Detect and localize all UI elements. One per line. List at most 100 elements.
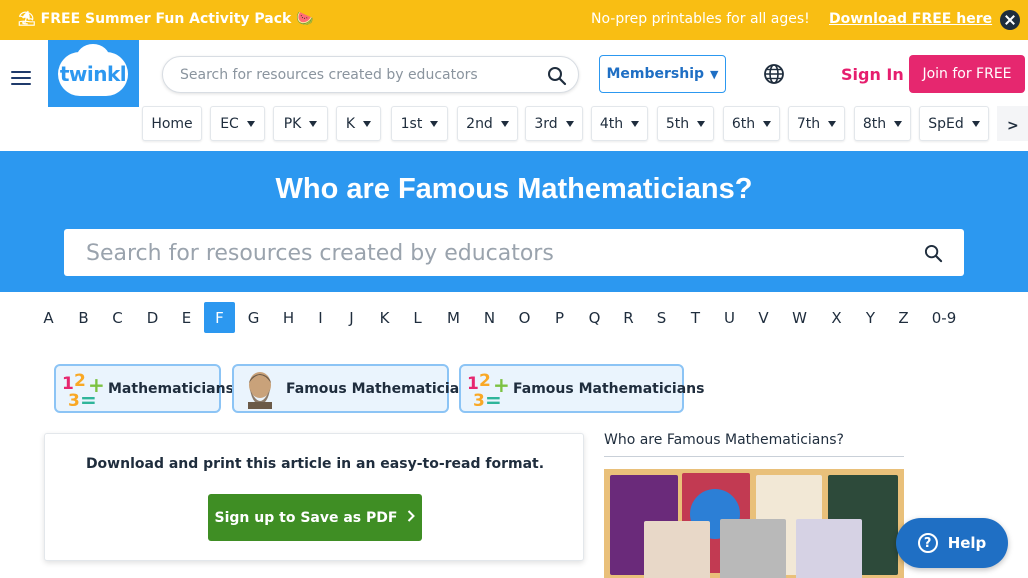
caret-down-icon [309,120,318,127]
caret-down-icon [828,120,837,127]
nav-item-label: 6th [731,115,756,132]
nav-item-7th[interactable]: 7th [788,106,845,141]
letter-link[interactable]: T [680,302,711,333]
chevron-right-icon [407,509,416,526]
help-button[interactable]: ? Help [896,518,1008,568]
nav-item-2nd[interactable]: 2nd [457,106,518,141]
nav-item-k[interactable]: K [336,106,381,141]
letter-link[interactable]: M [438,302,469,333]
nav-item-label: 4th [599,115,624,132]
nav-item-label: 5th [665,115,690,132]
letter-link[interactable]: P [544,302,575,333]
promo-tagline: No-prep printables for all ages! [591,11,810,27]
svg-text:=: = [80,388,97,409]
letter-link[interactable]: Z [888,302,919,333]
letter-link[interactable]: L [402,302,433,333]
nav-scroll-right-button[interactable]: > [997,106,1028,141]
beach-umbrella-icon: ⛱ [18,11,36,27]
letter-link[interactable]: R [613,302,644,333]
nav-item-ec[interactable]: EC [210,106,265,141]
letter-link[interactable]: N [474,302,505,333]
caret-down-icon [894,120,903,127]
caret-down-icon [631,120,640,127]
tag-famous-mathematician[interactable]: Famous Mathematician [232,364,469,413]
header-search-input[interactable] [180,65,530,85]
hamburger-menu-icon[interactable] [11,70,31,86]
poster-image [644,521,710,578]
caret-down-icon [697,120,706,127]
search-icon[interactable] [547,66,567,90]
caret-down-icon [971,120,980,127]
tag-label: Mathematicians [108,380,234,397]
letter-link[interactable]: V [748,302,779,333]
letter-link[interactable]: S [646,302,677,333]
caret-down-icon [565,120,574,127]
help-label: Help [947,534,987,552]
hero-search-input[interactable] [86,239,906,267]
caret-down-icon [763,120,772,127]
letter-link[interactable]: K [369,302,400,333]
nav-item-4th[interactable]: 4th [591,106,648,141]
promo-download-link[interactable]: Download FREE here [829,11,992,27]
tag-label: Famous Mathematicians [513,380,705,397]
letter-link[interactable]: Q [579,302,610,333]
letter-link[interactable]: B [68,302,99,333]
nav-item-label: 3rd [534,115,558,132]
nav-item-5th[interactable]: 5th [657,106,714,141]
caret-down-icon [500,120,509,127]
close-icon[interactable] [1000,10,1020,30]
letter-link[interactable]: I [305,302,336,333]
triangle-down-icon: ▼ [710,67,719,81]
letter-link[interactable]: H [273,302,304,333]
nav-item-3rd[interactable]: 3rd [525,106,583,141]
nav-item-pk[interactable]: PK [273,106,328,141]
poster-image [720,519,786,578]
pdf-download-message: Download and print this article in an ea… [85,456,545,472]
sign-in-link[interactable]: Sign In [841,65,904,84]
save-as-pdf-button[interactable]: Sign up to Save as PDF [208,494,422,541]
save-as-pdf-label: Sign up to Save as PDF [214,509,398,526]
svg-text:3: 3 [68,391,80,409]
tag-mathematicians[interactable]: 1 2 + 3 = Mathematicians [54,364,234,413]
tag-famous-mathematicians[interactable]: 1 2 + 3 = Famous Mathematicians [459,364,704,413]
search-icon[interactable] [924,244,943,267]
letter-link[interactable]: E [171,302,202,333]
membership-label: Membership [606,66,705,82]
nav-item-home[interactable]: Home [142,106,202,141]
letter-link-active[interactable]: F [204,302,235,333]
letter-link[interactable]: 0-9 [926,302,962,333]
promo-banner: ⛱ FREE Summer Fun Activity Pack 🍉 No-pre… [0,0,1028,40]
nav-item-label: PK [283,115,302,132]
join-for-free-button[interactable]: Join for FREE [909,55,1025,93]
question-icon: ? [917,533,938,553]
numbers-icon: 1 2 + 3 = [465,369,510,412]
letter-link[interactable]: C [102,302,133,333]
letter-link[interactable]: O [509,302,540,333]
sidebar-title: Who are Famous Mathematicians? [604,432,904,457]
nav-item-label: 8th [862,115,887,132]
letter-link[interactable]: X [821,302,852,333]
nav-item-6th[interactable]: 6th [723,106,780,141]
letter-link[interactable]: A [33,302,64,333]
promo-headline: FREE Summer Fun Activity Pack [40,11,292,27]
nav-item-1st[interactable]: 1st [391,106,448,141]
tag-label: Famous Mathematician [286,380,470,397]
nav-item-sped[interactable]: SpEd [919,106,989,141]
twinkl-logo[interactable]: twinkl [48,40,139,107]
letter-link[interactable]: U [714,302,745,333]
poster-image [796,519,862,578]
resource-thumbnail[interactable] [604,469,904,578]
hero-search [64,229,964,276]
nav-item-label: 7th [796,115,821,132]
letter-link[interactable]: Y [855,302,886,333]
mathematician-portrait-icon [238,369,282,409]
page-title: Who are Famous Mathematicians? [275,173,753,205]
letter-link[interactable]: W [784,302,815,333]
nav-item-8th[interactable]: 8th [854,106,911,141]
numbers-icon: 1 2 + 3 = [60,369,105,412]
globe-icon[interactable] [763,63,785,89]
letter-link[interactable]: D [137,302,168,333]
letter-link[interactable]: G [238,302,269,333]
letter-link[interactable]: J [336,302,367,333]
membership-button[interactable]: Membership ▼ [599,55,726,93]
